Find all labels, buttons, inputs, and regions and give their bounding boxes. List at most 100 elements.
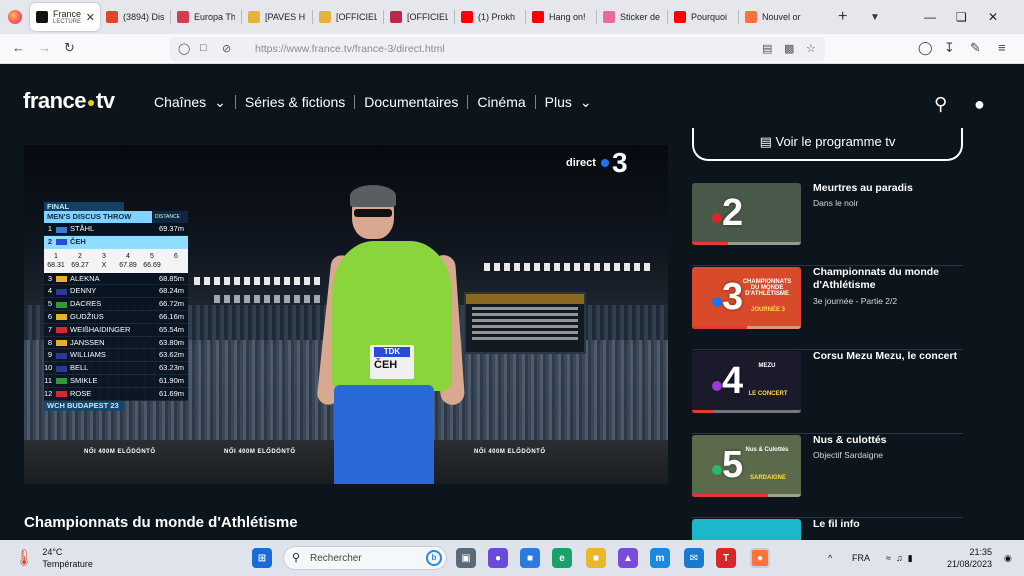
bing-icon[interactable]: b bbox=[426, 550, 442, 566]
lock-icon[interactable]: □ bbox=[200, 42, 207, 54]
store-icon[interactable]: ■ bbox=[520, 548, 540, 568]
channel-item[interactable]: MEZU LE CONCERT 4 Corsu Mezu Mezu, le conce… bbox=[692, 350, 963, 434]
channel-thumbnail[interactable]: MEZU LE CONCERT 4 bbox=[692, 351, 801, 413]
copilot-icon[interactable]: ▲ bbox=[618, 548, 638, 568]
wifi-icon[interactable]: ≈ bbox=[886, 553, 891, 563]
channel-thumbnail[interactable]: CHAMPIONNATS DU MONDE D'ATHLÉTISME JOURNÉ… bbox=[692, 267, 801, 329]
channel-thumbnail[interactable]: 2 bbox=[692, 183, 801, 245]
new-tab-button[interactable]: + bbox=[838, 0, 847, 34]
browser-tab[interactable]: (1) Prokh bbox=[455, 3, 525, 31]
results-footer: WCH BUDAPEST 23 bbox=[44, 400, 124, 411]
language-indicator[interactable]: FRA bbox=[852, 540, 870, 576]
channel-thumbnail[interactable]: Nus & Culottés SARDAIGNE 5 bbox=[692, 435, 801, 497]
browser-tab[interactable]: Hang on! bbox=[526, 3, 596, 31]
result-name: ČEH bbox=[70, 236, 86, 246]
chevron-down-icon[interactable]: ⌄ bbox=[580, 95, 592, 109]
nav-item[interactable]: Plus ⌄ bbox=[545, 94, 592, 110]
url-bar[interactable]: ◯ □ ⊘ https://www.france.tv/france-3/dir… bbox=[170, 37, 825, 61]
channel-item[interactable]: Le fil info bbox=[692, 518, 963, 540]
teams-icon[interactable]: ● bbox=[488, 548, 508, 568]
reload-icon[interactable]: ↻ bbox=[64, 40, 75, 56]
close-window-icon[interactable]: ✕ bbox=[988, 0, 1020, 34]
list-all-tabs-icon[interactable]: ▼ bbox=[870, 0, 880, 34]
video-player[interactable]: NŐI 400M ELŐDÖNTŐ NŐI 400M ELŐDÖNTŐ NŐI … bbox=[24, 145, 668, 484]
browser-tab[interactable]: [OFFICIEL bbox=[313, 3, 383, 31]
taskbar-clock[interactable]: 21:35 21/08/2023 bbox=[940, 546, 992, 570]
channel-item[interactable]: CHAMPIONNATS DU MONDE D'ATHLÉTISME JOURNÉ… bbox=[692, 266, 963, 350]
attempt-column: 1 68.31 bbox=[44, 249, 68, 273]
mail-icon[interactable]: ✉ bbox=[684, 548, 704, 568]
distance-header: DISTANCE bbox=[152, 211, 188, 223]
taskbar-search[interactable]: ⚲ Rechercher b bbox=[283, 546, 447, 570]
download-icon[interactable]: ↧ bbox=[944, 40, 955, 56]
result-name: ROSE bbox=[70, 388, 92, 398]
thumbnail-subcaption: LE CONCERT bbox=[748, 391, 788, 397]
myapp-icon[interactable]: m bbox=[650, 548, 670, 568]
sticker-favicon bbox=[603, 11, 615, 23]
tab-title: [PAVES HI bbox=[265, 12, 306, 22]
windows-start-icon[interactable]: ⊞ bbox=[252, 548, 272, 568]
account-icon[interactable]: ● bbox=[974, 94, 985, 115]
attempt-column: 2 69.27 bbox=[68, 249, 92, 273]
nav-item[interactable]: Chaînes ⌄ bbox=[154, 94, 226, 110]
volume-icon[interactable]: ♫ bbox=[896, 553, 903, 563]
task-view-icon[interactable]: ▣ bbox=[456, 548, 476, 568]
restore-icon[interactable]: ❏ bbox=[956, 0, 988, 34]
url-text[interactable]: https://www.france.tv/france-3/direct.ht… bbox=[255, 43, 445, 55]
browser-tab[interactable]: Sticker de bbox=[597, 3, 667, 31]
picture-in-picture-icon[interactable]: ▩ bbox=[784, 42, 794, 55]
chevron-down-icon[interactable]: ⌄ bbox=[214, 95, 226, 109]
nav-item[interactable]: Documentaires bbox=[364, 94, 458, 110]
bookmark-star-icon[interactable]: ☆ bbox=[806, 42, 816, 55]
result-row: 2 ČEH bbox=[44, 235, 188, 249]
main-navigation: Chaînes ⌄ Séries & fictions Documentaires Ci… bbox=[154, 94, 592, 110]
edge-icon[interactable]: e bbox=[552, 548, 572, 568]
event-name: MEN'S DISCUS THROW bbox=[44, 211, 152, 223]
chevron-up-icon[interactable]: ^ bbox=[828, 553, 832, 563]
browser-tab[interactable]: Nouvel or bbox=[739, 3, 809, 31]
search-icon[interactable]: ⚲ bbox=[934, 94, 947, 115]
shield-icon[interactable]: ◯ bbox=[178, 42, 190, 55]
nav-separator bbox=[354, 95, 356, 109]
channel-item[interactable]: Nus & Culottés SARDAIGNE 5 Nus & culottés Ob… bbox=[692, 434, 963, 518]
close-tab-icon[interactable]: ✕ bbox=[86, 11, 95, 24]
notification-bell-icon[interactable]: ◉ bbox=[1004, 540, 1012, 576]
channel-item[interactable]: 2 Meurtres au paradis Dans le noir bbox=[692, 182, 963, 266]
channel-dot bbox=[712, 465, 722, 475]
forward-icon[interactable]: → bbox=[38, 40, 51, 55]
attempt-value: 68.31 bbox=[47, 261, 65, 269]
nav-item[interactable]: Cinéma bbox=[477, 94, 525, 110]
menu-icon[interactable]: ≡ bbox=[998, 40, 1006, 55]
browser-tab[interactable]: Pourquoi bbox=[668, 3, 738, 31]
nav-label: Plus bbox=[544, 94, 572, 110]
file-explorer-icon[interactable]: ■ bbox=[586, 548, 606, 568]
nav-item[interactable]: Séries & fictions bbox=[245, 94, 345, 110]
back-icon[interactable]: ← bbox=[12, 40, 25, 55]
attempt-number: 2 bbox=[78, 252, 82, 260]
battery-icon[interactable]: ▮ bbox=[908, 553, 913, 564]
extensions-icon[interactable]: ✎ bbox=[970, 40, 981, 56]
reader-view-icon[interactable]: ▤ bbox=[762, 42, 772, 55]
browser-tab[interactable]: Europa Th bbox=[171, 3, 241, 31]
program-guide-button[interactable]: ▤ Voir le programme tv bbox=[692, 128, 963, 161]
program-title: Nus & culottés bbox=[813, 434, 887, 446]
browser-tab[interactable]: [OFFICIEL bbox=[384, 3, 454, 31]
minimize-icon[interactable]: — bbox=[924, 0, 956, 34]
results-rows: 1 STÅHL 69.37m 2 ČEH 1 68.31 2 69.27 3 X 4 67.89 5 66.… bbox=[44, 223, 188, 401]
firefox-icon[interactable] bbox=[8, 10, 22, 24]
permissions-icon[interactable]: ⊘ bbox=[222, 42, 231, 55]
channel-thumbnail[interactable] bbox=[692, 519, 801, 540]
weather-widget[interactable]: 🌡 24°C Température bbox=[14, 546, 93, 570]
tray-icons[interactable]: ≈ ♫ ▮ bbox=[886, 540, 913, 576]
stadium-lights bbox=[194, 277, 324, 285]
pocket-icon[interactable]: ◯ bbox=[918, 40, 933, 56]
result-distance: 63.23m bbox=[158, 363, 184, 373]
browser-tab[interactable]: France LECTURE ✕ bbox=[30, 3, 100, 31]
browser-tab[interactable]: (3894) Dis bbox=[100, 3, 170, 31]
firefox-taskbar-icon[interactable]: ● bbox=[750, 548, 770, 568]
result-distance: 66.16m bbox=[158, 311, 184, 321]
tlc-app-icon[interactable]: T bbox=[716, 548, 736, 568]
francetv-logo[interactable]: france tv bbox=[23, 88, 115, 114]
browser-tab[interactable]: [PAVES HI bbox=[242, 3, 312, 31]
clock-date: 21/08/2023 bbox=[946, 559, 992, 569]
